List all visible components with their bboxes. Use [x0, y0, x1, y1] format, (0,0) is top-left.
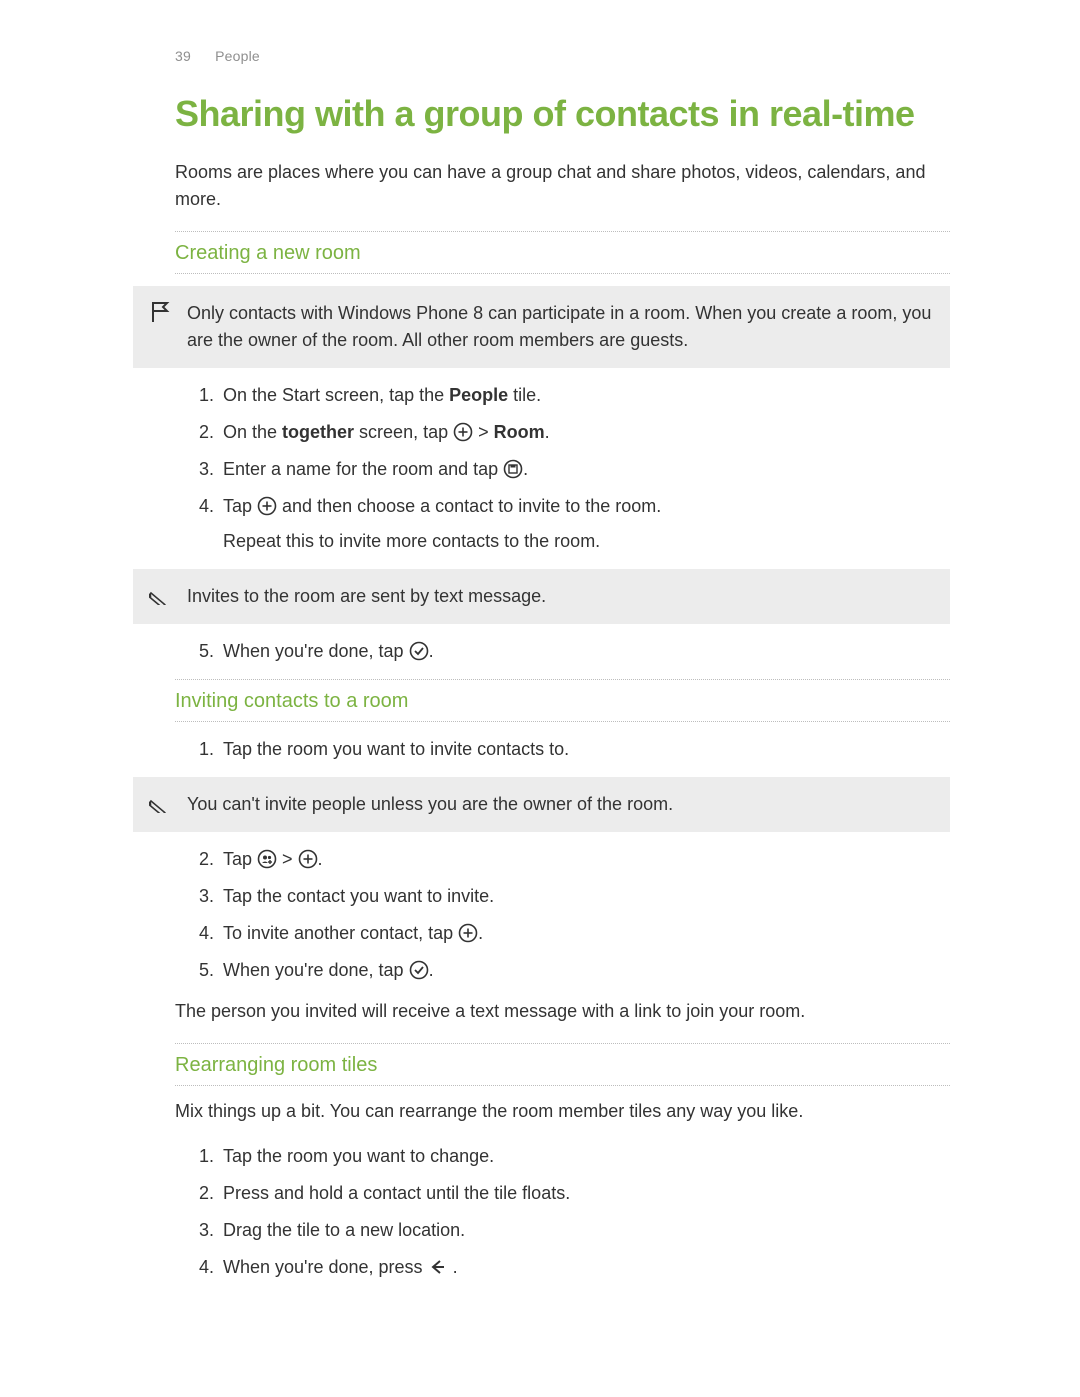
step-text: .	[429, 960, 434, 980]
bold-word: Room	[494, 422, 545, 442]
inviting-steps-a: Tap the room you want to invite contacts…	[175, 736, 950, 763]
plus-icon	[298, 849, 318, 869]
creating-steps-b: When you're done, tap .	[175, 638, 950, 665]
step-item: When you're done, tap .	[219, 638, 950, 665]
section-heading-block: Creating a new room	[175, 231, 950, 274]
page: 39 People Sharing with a group of contac…	[0, 0, 1080, 1397]
step-text: On the Start screen, tap the	[223, 385, 449, 405]
inviting-outro: The person you invited will receive a te…	[175, 998, 950, 1025]
page-header: 39 People	[175, 48, 950, 64]
step-text: .	[523, 459, 528, 479]
step-item: Tap the contact you want to invite.	[219, 883, 950, 910]
page-title: Sharing with a group of contacts in real…	[175, 92, 950, 135]
intro-paragraph: Rooms are places where you can have a gr…	[175, 159, 950, 213]
step-text: Tap	[223, 496, 257, 516]
plus-icon	[458, 923, 478, 943]
pencil-callout: Invites to the room are sent by text mes…	[133, 569, 950, 624]
step-text: Tap the room you want to invite contacts…	[223, 739, 569, 759]
step-item: Drag the tile to a new location.	[219, 1217, 950, 1244]
step-item: When you're done, press .	[219, 1254, 950, 1281]
section-heading-block: Inviting contacts to a room	[175, 679, 950, 722]
page-number: 39	[175, 48, 191, 64]
save-icon	[503, 459, 523, 479]
pencil-callout: You can't invite people unless you are t…	[133, 777, 950, 832]
group-plus-icon	[257, 849, 277, 869]
bold-word: together	[282, 422, 354, 442]
page-section: People	[215, 48, 260, 64]
step-text: tile.	[508, 385, 541, 405]
pencil-callout-text: You can't invite people unless you are t…	[187, 791, 673, 818]
pencil-callout-text: Invites to the room are sent by text mes…	[187, 583, 546, 610]
inviting-steps-b: Tap > . Tap the contact you want to invi…	[175, 846, 950, 984]
plus-icon	[257, 496, 277, 516]
step-item: Tap the room you want to invite contacts…	[219, 736, 950, 763]
creating-steps-a: On the Start screen, tap the People tile…	[175, 382, 950, 555]
plus-icon	[453, 422, 473, 442]
step-text: Press and hold a contact until the tile …	[223, 1183, 570, 1203]
pencil-icon	[149, 791, 171, 813]
heading-inviting: Inviting contacts to a room	[175, 680, 950, 721]
step-text: screen, tap	[354, 422, 453, 442]
step-item: When you're done, tap .	[219, 957, 950, 984]
step-item: On the Start screen, tap the People tile…	[219, 382, 950, 409]
step-item: Press and hold a contact until the tile …	[219, 1180, 950, 1207]
step-text: .	[478, 923, 483, 943]
step-text: To invite another contact, tap	[223, 923, 458, 943]
step-text: Enter a name for the room and tap	[223, 459, 503, 479]
step-text: .	[545, 422, 550, 442]
step-item: Enter a name for the room and tap .	[219, 456, 950, 483]
step-text: When you're done, tap	[223, 641, 409, 661]
step-item: To invite another contact, tap .	[219, 920, 950, 947]
rearranging-steps: Tap the room you want to change. Press a…	[175, 1143, 950, 1281]
bold-word: People	[449, 385, 508, 405]
step-text: and then choose a contact to invite to t…	[277, 496, 661, 516]
step-text: Drag the tile to a new location.	[223, 1220, 465, 1240]
check-icon	[409, 960, 429, 980]
step-text: When you're done, press	[223, 1257, 428, 1277]
step-text: >	[277, 849, 298, 869]
step-item: Tap > .	[219, 846, 950, 873]
pencil-icon	[149, 583, 171, 605]
flag-icon	[149, 300, 171, 324]
step-item: On the together screen, tap > Room.	[219, 419, 950, 446]
back-icon	[428, 1257, 448, 1277]
step-item: Tap the room you want to change.	[219, 1143, 950, 1170]
step-text: .	[429, 641, 434, 661]
rearranging-intro: Mix things up a bit. You can rearrange t…	[175, 1098, 950, 1125]
flag-callout: Only contacts with Windows Phone 8 can p…	[133, 286, 950, 368]
step-text: When you're done, tap	[223, 960, 409, 980]
step-text: Tap the contact you want to invite.	[223, 886, 494, 906]
step-text: Tap the room you want to change.	[223, 1146, 494, 1166]
step-continuation: Repeat this to invite more contacts to t…	[223, 528, 950, 555]
heading-creating: Creating a new room	[175, 232, 950, 273]
section-heading-block: Rearranging room tiles	[175, 1043, 950, 1086]
step-text: .	[318, 849, 323, 869]
step-text: Tap	[223, 849, 257, 869]
step-item: Tap and then choose a contact to invite …	[219, 493, 950, 555]
check-icon	[409, 641, 429, 661]
step-text: .	[448, 1257, 458, 1277]
step-text: On the	[223, 422, 282, 442]
flag-callout-text: Only contacts with Windows Phone 8 can p…	[187, 300, 936, 354]
heading-rearranging: Rearranging room tiles	[175, 1044, 950, 1085]
step-text: >	[473, 422, 494, 442]
